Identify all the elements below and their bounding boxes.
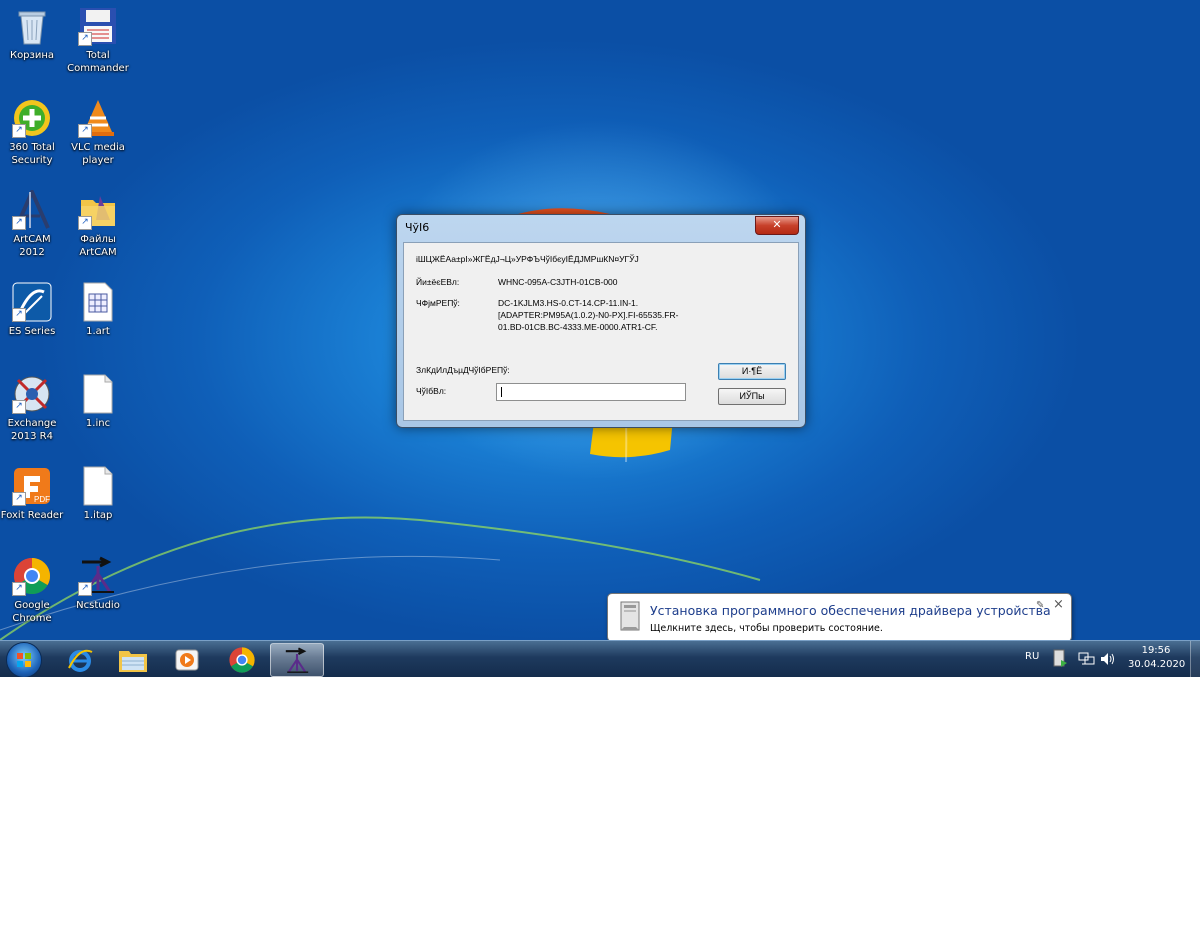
taskbar-item-media-player[interactable] (162, 643, 214, 675)
art-file-icon (78, 282, 118, 322)
artcam-icon: ↗ (12, 187, 52, 230)
language-indicator[interactable]: RU (1025, 651, 1039, 662)
recycle-bin-icon (12, 6, 52, 46)
blank-file-icon (78, 466, 118, 506)
desktop-icon-label: Файлы ArtCAM (79, 234, 117, 258)
desktop-icon-1-inc[interactable]: 1.inc (66, 374, 130, 430)
blank-file-icon (78, 374, 118, 414)
desktop-icon-label: Google Chrome (12, 600, 52, 624)
desktop-icon-label: 1.itap (83, 510, 113, 521)
desktop-icon-360-security[interactable]: ↗ 360 Total Security (0, 98, 64, 167)
notification-close-button[interactable]: × (1053, 597, 1064, 612)
shortcut-arrow-icon: ↗ (12, 400, 26, 414)
es-series-icon: ↗ (12, 282, 52, 322)
cancel-button[interactable]: ИЎПы (718, 388, 786, 405)
desktop-icon-label: Total Commander (67, 50, 129, 74)
shortcut-arrow-icon: ↗ (78, 32, 92, 46)
desktop-icon-label: Foxit Reader (0, 510, 64, 521)
registration-dialog: ЧўІ6 ✕ іШЦЖЁАа±рІ»ЖГЁдЈ¬Ц»УРФЪЧўІбєуІЁДЈ… (396, 214, 806, 428)
desktop-icon-label: 1.art (86, 326, 110, 337)
dialog-client-area: іШЦЖЁАа±рІ»ЖГЁдЈ¬Ц»УРФЪЧўІбєуІЁДЈМРшКN¤У… (403, 242, 799, 421)
device-id-value: WHNC-095A-C3JTH-01CB-000 (498, 277, 618, 287)
blank-area (0, 677, 1200, 925)
network-icon[interactable] (1078, 651, 1096, 667)
clock[interactable]: 19:56 30.04.2020 (1128, 645, 1186, 670)
text-cursor (501, 387, 502, 397)
foxit-reader-icon: PDF ↗ (12, 466, 52, 506)
exchange-icon: ↗ (12, 374, 52, 414)
shortcut-arrow-icon: ↗ (78, 582, 92, 596)
ok-button[interactable]: И·¶Ё (718, 363, 786, 380)
desktop-icon-exchange[interactable]: ↗ Exchange 2013 R4 (0, 374, 64, 443)
registration-code-input[interactable] (496, 383, 686, 401)
desktop-icon-label: Корзина (9, 50, 55, 61)
chrome-icon: ↗ (12, 556, 52, 596)
shortcut-arrow-icon: ↗ (12, 582, 26, 596)
driver-install-notification[interactable]: Установка программного обеспечения драйв… (607, 593, 1072, 640)
desktop-icon-label: Ncstudio (76, 600, 120, 611)
folder-icon (119, 651, 147, 672)
desktop-icon-label: Exchange 2013 R4 (7, 418, 57, 442)
taskbar-item-chrome[interactable] (216, 643, 268, 675)
volume-icon[interactable] (1100, 651, 1116, 667)
self-check-value-line: 01.BD-01CB.BC-4333.ME-0000.ATR1-CF. (498, 322, 658, 332)
desktop-icon-chrome[interactable]: ↗ Google Chrome (0, 556, 64, 625)
shortcut-arrow-icon: ↗ (12, 492, 26, 506)
shortcut-arrow-icon: ↗ (78, 216, 92, 230)
desktop-icon-1-itap[interactable]: 1.itap (66, 466, 130, 522)
pin-icon[interactable]: ✎ (1036, 600, 1044, 611)
self-check-value-line: DC-1KJLM3.HS-0.CT-14.CP-11.IN-1. (498, 298, 639, 308)
taskbar: RU 19:56 30.04.2020 (0, 640, 1200, 678)
desktop-icon-recycle-bin[interactable]: Корзина (0, 6, 64, 62)
registration-info-label: ЗлКдИлДъµДЧўІбРЕПў: (416, 365, 510, 375)
desktop-icon-ncstudio[interactable]: ↗ Ncstudio (66, 556, 130, 612)
360-security-icon: ↗ (12, 98, 52, 138)
shortcut-arrow-icon: ↗ (12, 308, 26, 322)
taskbar-item-internet-explorer[interactable] (54, 643, 106, 675)
device-id-label: Йи±ёєЕВл: (416, 277, 460, 287)
driver-device-icon (620, 601, 640, 631)
windows-logo-icon (17, 653, 31, 667)
start-button[interactable] (6, 642, 42, 678)
desktop-icon-1-art[interactable]: 1.art (66, 282, 130, 338)
desktop-icon-artcam-files[interactable]: ↗ Файлы ArtCAM (66, 190, 130, 259)
chrome-icon (229, 647, 255, 673)
shortcut-arrow-icon: ↗ (78, 124, 92, 138)
total-commander-icon: ↗ (78, 6, 118, 46)
desktop-icon-artcam[interactable]: ↗ ArtCAM 2012 (0, 187, 64, 259)
desktop-icon-label: 1.inc (85, 418, 111, 429)
driver-install-tray-icon[interactable] (1052, 649, 1068, 669)
desktop-icon-foxit[interactable]: PDF ↗ Foxit Reader (0, 466, 64, 522)
desktop-icon-es-series[interactable]: ↗ ES Series (0, 282, 64, 338)
desktop: Корзина ↗ Total Commander ↗ 360 Total Se… (0, 0, 1200, 640)
shortcut-arrow-icon: ↗ (12, 216, 26, 230)
desktop-icon-label: 360 Total Security (9, 142, 55, 166)
self-check-label: ЧФјмРЕПў: (416, 298, 460, 308)
desktop-icon-vlc[interactable]: ↗ VLC media player (66, 98, 130, 167)
desktop-icon-total-commander[interactable]: ↗ Total Commander (66, 6, 130, 75)
notification-title: Установка программного обеспечения драйв… (650, 603, 1051, 618)
dialog-header-text: іШЦЖЁАа±рІ»ЖГЁдЈ¬Ц»УРФЪЧўІбєуІЁДЈМРшКN¤У… (416, 254, 639, 264)
vlc-icon: ↗ (78, 98, 118, 138)
notification-message: Щелкните здесь, чтобы проверить состояни… (650, 623, 883, 634)
clock-date: 30.04.2020 (1128, 659, 1186, 670)
taskbar-item-explorer[interactable] (108, 643, 160, 675)
desktop-icon-label: ES Series (8, 326, 56, 337)
close-button[interactable]: ✕ (755, 216, 799, 235)
self-check-value-line: [ADAPTER:PM95A(1.0.2)-N0-PX].FI-65535.FR… (498, 310, 679, 320)
taskbar-item-ncstudio[interactable] (270, 643, 324, 677)
shortcut-arrow-icon: ↗ (12, 124, 26, 138)
ncstudio-icon: ↗ (78, 556, 118, 596)
internet-explorer-icon (68, 649, 93, 672)
show-desktop-button[interactable] (1190, 641, 1200, 677)
media-player-icon (175, 649, 199, 671)
desktop-icon-label: VLC media player (71, 142, 125, 166)
desktop-icon-label: ArtCAM 2012 (13, 234, 51, 258)
dialog-title: ЧўІ6 (405, 221, 430, 234)
clock-time: 19:56 (1141, 645, 1171, 656)
folder-icon: ↗ (78, 190, 118, 230)
registration-code-label: ЧўІбВл: (416, 386, 447, 396)
ncstudio-icon (285, 647, 309, 673)
svg-text:PDF: PDF (34, 495, 50, 504)
